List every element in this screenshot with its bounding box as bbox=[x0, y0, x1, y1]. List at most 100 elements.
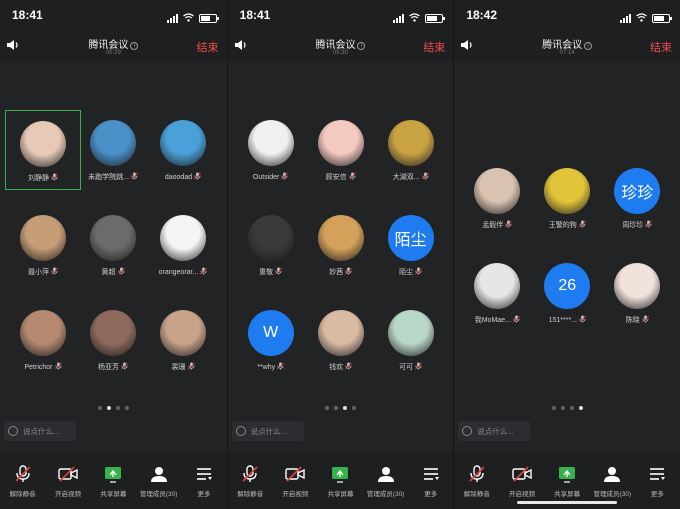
video-off-button[interactable]: 开启视频 bbox=[273, 460, 317, 509]
video-off-button[interactable]: 开启视频 bbox=[46, 460, 90, 509]
chat-input[interactable]: 说点什么... bbox=[4, 421, 76, 441]
participant-name: Petrichor bbox=[24, 363, 53, 371]
mic-muted-icon bbox=[455, 465, 499, 483]
mic-muted-button[interactable]: 解除静音 bbox=[1, 460, 45, 509]
chat-input[interactable]: 说点什么... bbox=[231, 421, 304, 441]
emoji-icon[interactable] bbox=[235, 426, 246, 436]
end-meeting-button[interactable]: 结束 bbox=[650, 39, 672, 55]
mic-muted-button[interactable]: 解除静音 bbox=[228, 460, 272, 509]
members-button[interactable]: 管理成员(30) bbox=[137, 460, 181, 509]
participant-tile[interactable]: 陈晓 bbox=[599, 253, 675, 333]
participant-tile[interactable]: 26 151****... bbox=[529, 253, 605, 333]
participant-tile[interactable]: 可可 bbox=[373, 300, 449, 380]
meeting-title[interactable]: 腾讯会议 i bbox=[0, 36, 227, 51]
participant-tile[interactable]: daoodad bbox=[145, 110, 221, 190]
page-dot[interactable] bbox=[324, 406, 329, 410]
page-dot[interactable] bbox=[569, 406, 574, 410]
page-dot[interactable] bbox=[560, 406, 565, 410]
participant-name-row: 妙茜 bbox=[303, 267, 379, 277]
participant-name: **why bbox=[257, 363, 276, 371]
more-button[interactable]: 更多 bbox=[182, 460, 226, 509]
participant-tile[interactable]: Petrichor bbox=[5, 300, 81, 380]
more-button[interactable]: 更多 bbox=[409, 460, 453, 509]
screens-container: 18:41 腾讯会议 i 05:29 结束 刘静静 未跑学院跳... daoodad 聂小萍 黄超… bbox=[0, 0, 680, 509]
participant-tile[interactable]: 妙茜 bbox=[303, 205, 379, 285]
chat-input[interactable]: 说点什么... bbox=[458, 421, 531, 441]
members-button[interactable]: 管理成员(30) bbox=[364, 460, 408, 509]
page-indicator bbox=[228, 406, 454, 410]
wifi-icon bbox=[182, 9, 194, 27]
participant-name-row: 钱欢 bbox=[303, 362, 379, 372]
participant-name-row: 杨亚芳 bbox=[75, 362, 151, 372]
participant-tile[interactable]: 陌尘 陌尘 bbox=[373, 205, 449, 285]
participant-name-row: 未跑学院跳... bbox=[75, 172, 151, 182]
participant-name: 妙茜 bbox=[329, 269, 344, 276]
page-dot[interactable] bbox=[342, 406, 347, 410]
battery-icon bbox=[651, 13, 672, 23]
page-dot[interactable] bbox=[97, 406, 102, 410]
participant-tile[interactable]: 聂小萍 bbox=[5, 205, 81, 285]
meeting-title[interactable]: 腾讯会议 i bbox=[228, 36, 454, 51]
meeting-duration: 05:30 bbox=[332, 50, 348, 56]
page-dot[interactable] bbox=[115, 406, 120, 410]
participant-tile[interactable]: 刘静静 bbox=[5, 110, 81, 190]
participant-tile[interactable]: 未跑学院跳... bbox=[75, 110, 151, 190]
end-meeting-button[interactable]: 结束 bbox=[423, 39, 445, 55]
participant-name: orangeorar... bbox=[158, 268, 199, 276]
participant-name-row: 周珍珍 bbox=[599, 220, 675, 230]
participant-tile[interactable]: 重敬 bbox=[233, 205, 309, 285]
page-dot[interactable] bbox=[351, 406, 356, 410]
home-indicator[interactable] bbox=[517, 501, 618, 504]
meeting-title[interactable]: 腾讯会议 i bbox=[454, 36, 680, 51]
share-screen-button[interactable]: 共享屏幕 bbox=[91, 460, 135, 509]
mic-muted-icon bbox=[505, 220, 513, 230]
members-icon bbox=[590, 465, 634, 483]
participant-name: 孟毅伴 bbox=[482, 222, 504, 229]
toolbar-label: 解除静音 bbox=[9, 491, 36, 498]
participant-tile[interactable]: 钱欢 bbox=[303, 300, 379, 380]
participant-tile[interactable]: 杨亚芳 bbox=[75, 300, 151, 380]
participant-name-row: 151****... bbox=[529, 315, 605, 325]
participant-tile[interactable]: 王警的狗 bbox=[529, 158, 605, 238]
share-screen-button[interactable]: 共享屏幕 bbox=[318, 460, 362, 509]
status-bar: 18:41 bbox=[227, 0, 454, 30]
participant-tile[interactable]: W **why bbox=[233, 300, 309, 380]
baby-avatar bbox=[474, 168, 521, 214]
page-indicator bbox=[0, 406, 227, 410]
more-button[interactable]: 更多 bbox=[635, 460, 679, 509]
bottom-toolbar: 解除静音 开启视频 共享屏幕 管理成员(30) 更多 bbox=[0, 452, 227, 509]
participant-tile[interactable]: 孟毅伴 bbox=[459, 158, 535, 238]
meeting-header: 腾讯会议 i 07:14 结束 bbox=[454, 30, 680, 62]
toolbar-label: 开启视频 bbox=[54, 491, 81, 498]
participant-tile[interactable]: 顾安信 bbox=[303, 110, 379, 190]
mic-muted-button[interactable]: 解除静音 bbox=[455, 460, 499, 509]
participant-name: 钱欢 bbox=[329, 364, 344, 371]
page-dot[interactable] bbox=[124, 406, 129, 410]
toolbar-label: 管理成员(30) bbox=[593, 491, 632, 498]
wifi-icon bbox=[636, 9, 647, 27]
page-dot[interactable] bbox=[578, 406, 583, 410]
emoji-icon[interactable] bbox=[462, 426, 473, 436]
meeting-header: 腾讯会议 i 05:30 结束 bbox=[227, 30, 454, 62]
participant-tile[interactable]: Outsider bbox=[233, 110, 309, 190]
participant-name: 陌尘 bbox=[399, 269, 414, 276]
info-icon: i bbox=[130, 42, 139, 50]
info-icon: i bbox=[584, 42, 593, 50]
participant-tile[interactable]: 珍珍 周珍珍 bbox=[599, 158, 675, 238]
participant-tile[interactable]: 裴珊 bbox=[145, 300, 221, 380]
pineapple-cartoon-avatar bbox=[90, 120, 136, 166]
mic-muted-icon bbox=[131, 172, 138, 182]
participant-tile[interactable]: orangeorar... bbox=[145, 205, 221, 285]
emoji-icon[interactable] bbox=[8, 426, 18, 436]
participant-tile[interactable]: 大湖双... bbox=[373, 110, 449, 190]
page-dot[interactable] bbox=[333, 406, 338, 410]
signal-icon bbox=[619, 13, 631, 23]
participant-tile[interactable]: 我MoMae... bbox=[459, 253, 535, 333]
end-meeting-button[interactable]: 结束 bbox=[197, 39, 219, 55]
toolbar-label: 管理成员(30) bbox=[366, 491, 405, 498]
page-dot[interactable] bbox=[106, 406, 111, 410]
page-dot[interactable] bbox=[551, 406, 556, 410]
video-off-icon bbox=[46, 465, 90, 483]
chat-placeholder: 说点什么... bbox=[23, 426, 60, 436]
participant-tile[interactable]: 黄超 bbox=[75, 205, 151, 285]
